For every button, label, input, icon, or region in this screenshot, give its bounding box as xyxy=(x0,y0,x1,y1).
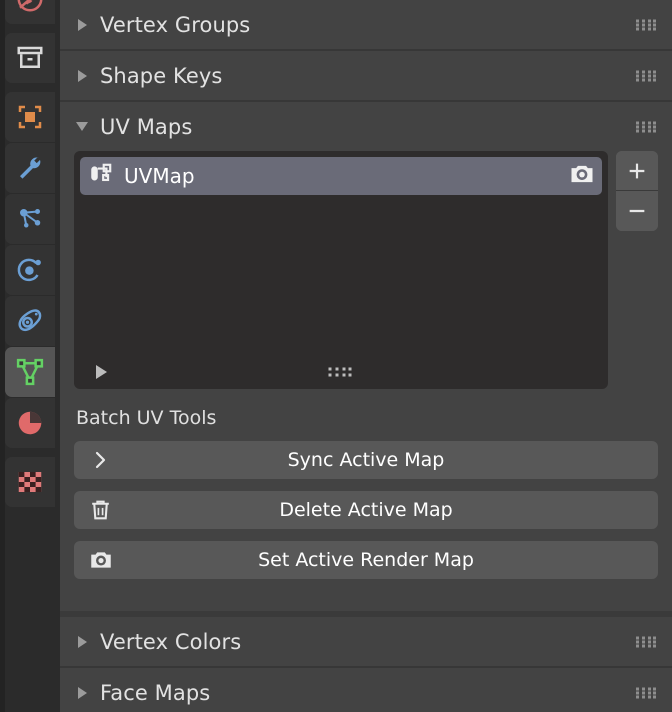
uv-map-add-remove-column xyxy=(616,151,658,231)
set-active-render-map-label: Set Active Render Map xyxy=(258,549,474,571)
tab-material-properties[interactable] xyxy=(5,398,55,448)
constraint-icon xyxy=(15,306,45,336)
uv-map-list-item[interactable]: UVMap xyxy=(80,157,602,195)
camera-icon[interactable] xyxy=(568,160,596,192)
expand-filter-arrow-icon[interactable] xyxy=(96,365,107,379)
panel-title-vertex-colors: Vertex Colors xyxy=(100,629,242,654)
panel-drag-grip[interactable] xyxy=(636,636,658,647)
batch-uv-tools-label: Batch UV Tools xyxy=(76,407,217,429)
chevron-right-icon[interactable] xyxy=(74,69,90,82)
tab-modifier-properties[interactable] xyxy=(5,143,55,193)
physics-orbit-icon xyxy=(15,255,45,285)
panel-title-face-maps: Face Maps xyxy=(100,680,211,705)
panel-header-vertex-colors[interactable]: Vertex Colors xyxy=(60,617,672,666)
tab-particle-properties[interactable] xyxy=(5,194,55,244)
add-uv-map-button[interactable] xyxy=(616,151,658,191)
remove-uv-map-button[interactable] xyxy=(616,191,658,231)
panel-drag-grip[interactable] xyxy=(636,19,658,30)
chevron-down-icon[interactable] xyxy=(74,122,90,131)
uv-map-icon xyxy=(88,161,114,191)
uv-map-list[interactable]: UVMap xyxy=(74,151,608,389)
plus-icon xyxy=(629,163,645,178)
uv-map-name[interactable]: UVMap xyxy=(124,164,568,188)
panel-header-shape-keys[interactable]: Shape Keys xyxy=(60,51,672,100)
particles-icon xyxy=(15,204,45,234)
trash-icon xyxy=(88,498,113,523)
sync-active-map-button[interactable]: Sync Active Map xyxy=(74,441,658,479)
minus-icon xyxy=(629,209,645,213)
delete-active-map-button[interactable]: Delete Active Map xyxy=(74,491,658,529)
material-sphere-icon xyxy=(15,408,45,438)
panel-header-vertex-groups[interactable]: Vertex Groups xyxy=(60,0,672,49)
tab-physics-properties[interactable] xyxy=(5,245,55,295)
panel-drag-grip[interactable] xyxy=(636,687,658,698)
tab-list xyxy=(5,0,60,508)
wrench-icon xyxy=(15,153,45,183)
panel-drag-grip[interactable] xyxy=(636,70,658,81)
chevron-right-icon[interactable] xyxy=(74,686,90,699)
globe-icon xyxy=(15,0,45,14)
chevron-right-icon xyxy=(88,448,112,472)
set-active-render-map-button[interactable]: Set Active Render Map xyxy=(74,541,658,579)
blender-properties-editor: Vertex Groups Shape Keys UV Maps UVMap B… xyxy=(0,0,672,712)
chevron-right-icon[interactable] xyxy=(74,18,90,31)
archive-box-icon xyxy=(15,43,45,73)
chevron-right-icon[interactable] xyxy=(74,635,90,648)
uv-map-list-row: UVMap xyxy=(74,151,658,389)
properties-content: Vertex Groups Shape Keys UV Maps UVMap B… xyxy=(60,0,672,712)
properties-tab-column xyxy=(0,0,60,712)
tab-object-constraint-properties[interactable] xyxy=(5,296,55,346)
tab-output-properties[interactable] xyxy=(5,33,55,83)
uv-map-list-footer xyxy=(74,355,608,389)
tab-texture-properties[interactable] xyxy=(5,457,55,507)
tab-object-properties[interactable] xyxy=(5,92,55,142)
uv-maps-panel-body: UVMap Batch UV Tools Sync Active Map Del… xyxy=(60,151,672,605)
panel-header-uv-maps[interactable]: UV Maps xyxy=(60,102,672,151)
panel-title-vertex-groups: Vertex Groups xyxy=(100,12,251,37)
mesh-data-triangle-icon xyxy=(15,357,45,387)
object-square-icon xyxy=(15,102,45,132)
list-resize-grip[interactable] xyxy=(328,367,354,377)
sync-active-map-label: Sync Active Map xyxy=(287,449,445,471)
tab-world-properties[interactable] xyxy=(5,0,55,24)
panel-drag-grip[interactable] xyxy=(636,121,658,132)
panel-title-uv-maps: UV Maps xyxy=(100,114,193,139)
camera-icon xyxy=(88,547,114,573)
tab-object-data-properties[interactable] xyxy=(5,347,55,397)
panel-header-face-maps[interactable]: Face Maps xyxy=(60,668,672,712)
texture-checker-icon xyxy=(15,467,45,497)
delete-active-map-label: Delete Active Map xyxy=(279,499,453,521)
panel-title-shape-keys: Shape Keys xyxy=(100,63,223,88)
